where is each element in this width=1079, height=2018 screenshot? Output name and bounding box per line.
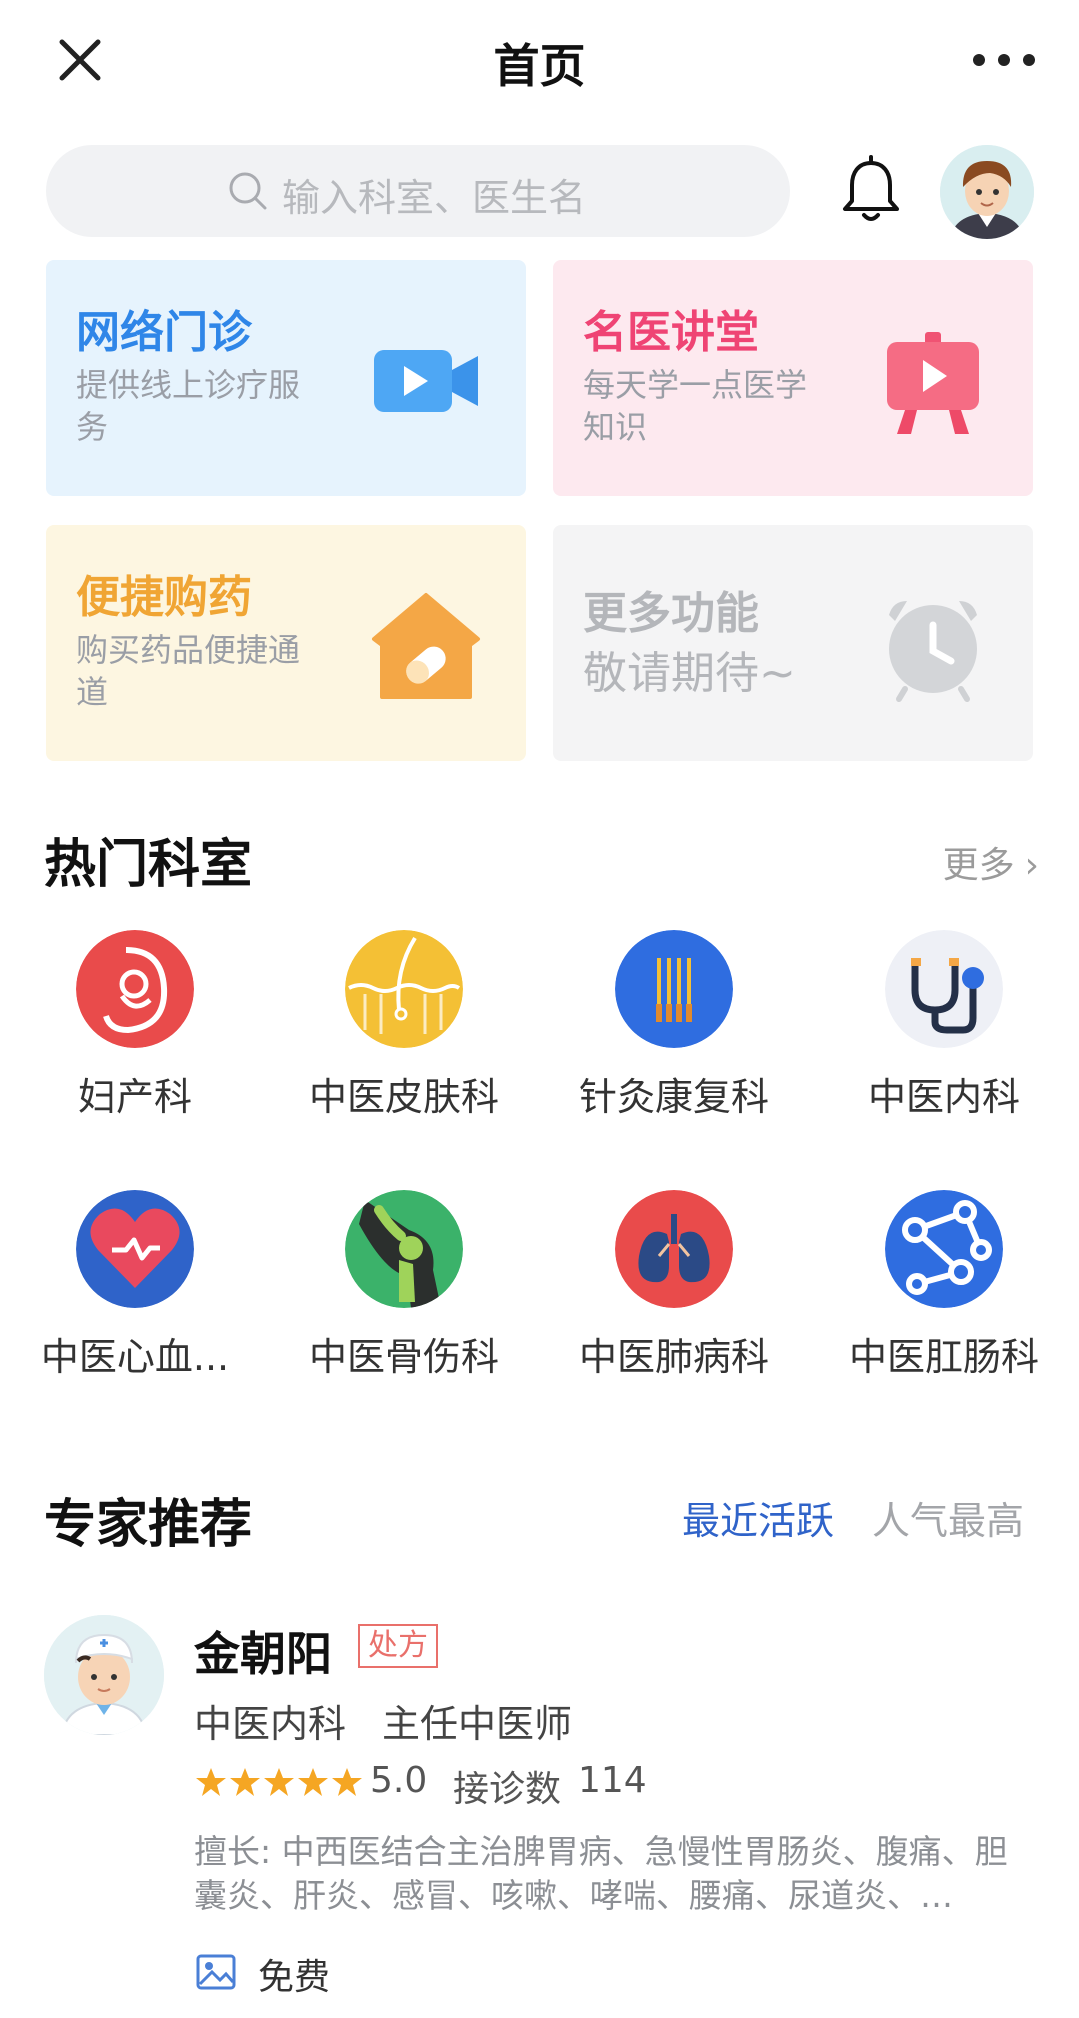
bell-icon[interactable] <box>840 155 902 225</box>
card-title: 更多功能 <box>583 588 759 639</box>
consult-count-value: 114 <box>578 1760 647 1801</box>
image-consult-icon <box>196 1954 236 1990</box>
obstetrics-icon <box>76 930 194 1048</box>
expert-recommend-title: 专家推荐 <box>44 1495 253 1555</box>
search-icon <box>226 169 270 213</box>
card-desc: 提供线上诊疗服务 <box>76 366 301 446</box>
stethoscope-icon <box>885 930 1003 1048</box>
department-label: 中医内科 <box>867 1075 1020 1119</box>
card-desc: 每天学一点医学知识 <box>583 366 808 446</box>
lecture-board-icon <box>873 320 993 440</box>
doctor-position: 主任中医师 <box>382 1702 573 1746</box>
page-title: 首页 <box>493 39 586 93</box>
intestine-nodes-icon <box>885 1190 1003 1308</box>
quick-medicine-card[interactable]: 便捷购药 购买药品便捷通道 <box>46 525 526 761</box>
famous-doctor-lecture-card[interactable]: 名医讲堂 每天学一点医学知识 <box>553 260 1033 496</box>
department-obstetrics[interactable]: 妇产科 <box>0 930 270 1121</box>
card-title: 名医讲堂 <box>583 307 759 358</box>
more-menu-icon[interactable] <box>969 40 1039 80</box>
lungs-icon <box>615 1190 733 1308</box>
heart-icon <box>76 1190 194 1308</box>
online-clinic-card[interactable]: 网络门诊 提供线上诊疗服务 <box>46 260 526 496</box>
knee-bone-icon <box>345 1190 463 1308</box>
pharmacy-house-icon <box>366 585 486 705</box>
user-avatar[interactable] <box>940 145 1034 239</box>
card-desc: 敬请期待~ <box>583 648 796 699</box>
more-label: 更多 <box>942 845 1015 886</box>
rating-stars <box>194 1766 364 1800</box>
doctor-department: 中医内科 <box>194 1702 347 1746</box>
department-tcm-dermatology[interactable]: 中医皮肤科 <box>269 930 539 1121</box>
alarm-clock-icon <box>873 585 993 705</box>
doctor-name[interactable]: 金朝阳 <box>194 1618 332 1684</box>
department-label: 中医心血... <box>40 1335 230 1379</box>
prescription-badge: 处方 <box>358 1624 438 1668</box>
department-tcm-orthopedics[interactable]: 中医骨伤科 <box>269 1190 539 1381</box>
hot-departments-title: 热门科室 <box>44 835 253 895</box>
skin-hair-icon <box>345 930 463 1048</box>
video-camera-icon <box>366 320 486 440</box>
department-tcm-proctology[interactable]: 中医肛肠科 <box>809 1190 1079 1381</box>
department-label: 中医骨伤科 <box>308 1335 499 1379</box>
card-title: 网络门诊 <box>76 307 252 358</box>
card-title: 便捷购药 <box>76 572 252 623</box>
department-label: 中医肺病科 <box>578 1335 769 1379</box>
doctor-specialty: 擅长: 中西医结合主治脾胃病、急慢性胃肠炎、腹痛、胆囊炎、肝炎、感冒、咳嗽、哮喘… <box>194 1832 1008 1915</box>
department-acupuncture[interactable]: 针灸康复科 <box>539 930 809 1121</box>
department-label: 针灸康复科 <box>578 1075 769 1119</box>
search-placeholder: 输入科室、医生名 <box>282 176 587 220</box>
department-tcm-pulmonology[interactable]: 中医肺病科 <box>539 1190 809 1381</box>
acupuncture-needles-icon <box>615 930 733 1048</box>
doctor-avatar[interactable] <box>44 1615 164 1735</box>
department-label: 妇产科 <box>77 1075 192 1119</box>
more-features-card[interactable]: 更多功能 敬请期待~ <box>553 525 1033 761</box>
departments-more-link[interactable]: 更多 › <box>933 836 1039 888</box>
card-desc: 购买药品便捷通道 <box>76 631 301 711</box>
department-tcm-cardiovascular[interactable]: 中医心血... <box>0 1190 270 1381</box>
consult-count-label: 接诊数 <box>453 1769 562 1810</box>
department-label: 中医肛肠科 <box>848 1335 1039 1379</box>
top-bar: 首页 <box>0 0 1079 120</box>
rating-value: 5.0 <box>370 1760 428 1801</box>
department-tcm-internal-medicine[interactable]: 中医内科 <box>809 930 1079 1121</box>
department-label: 中医皮肤科 <box>308 1075 499 1119</box>
tab-recently-active[interactable]: 最近活跃 <box>682 1490 834 1545</box>
chevron-right-icon: › <box>1024 845 1039 886</box>
tab-most-popular[interactable]: 人气最高 <box>872 1490 1024 1545</box>
service-price: 免费 <box>258 1957 331 1998</box>
search-input[interactable]: 输入科室、医生名 <box>46 145 790 237</box>
